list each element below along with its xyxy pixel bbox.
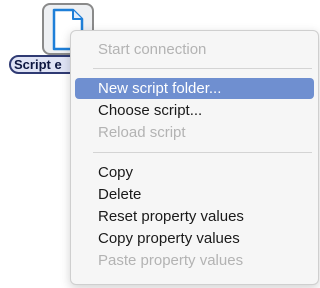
menu-item-new-script-folder[interactable]: New script folder...: [75, 78, 314, 99]
menu-item-copy[interactable]: Copy: [75, 162, 314, 183]
menu-item-start-connection: Start connection: [98, 41, 207, 58]
menu-item-choose-script[interactable]: Choose script...: [75, 100, 314, 121]
menu-item-reload-script: Reload script: [98, 124, 186, 141]
menu-item-paste-property-values: Paste property values: [98, 252, 244, 269]
menu-item-copy-property-values[interactable]: Copy property values: [75, 228, 314, 249]
menu-separator: [93, 68, 312, 69]
menu-item-delete[interactable]: Delete: [75, 184, 314, 205]
menu-item-reset-property-values[interactable]: Reset property values: [75, 206, 314, 227]
context-menu: Start connection New script folder... Ch…: [70, 30, 319, 285]
menu-separator: [93, 152, 312, 153]
